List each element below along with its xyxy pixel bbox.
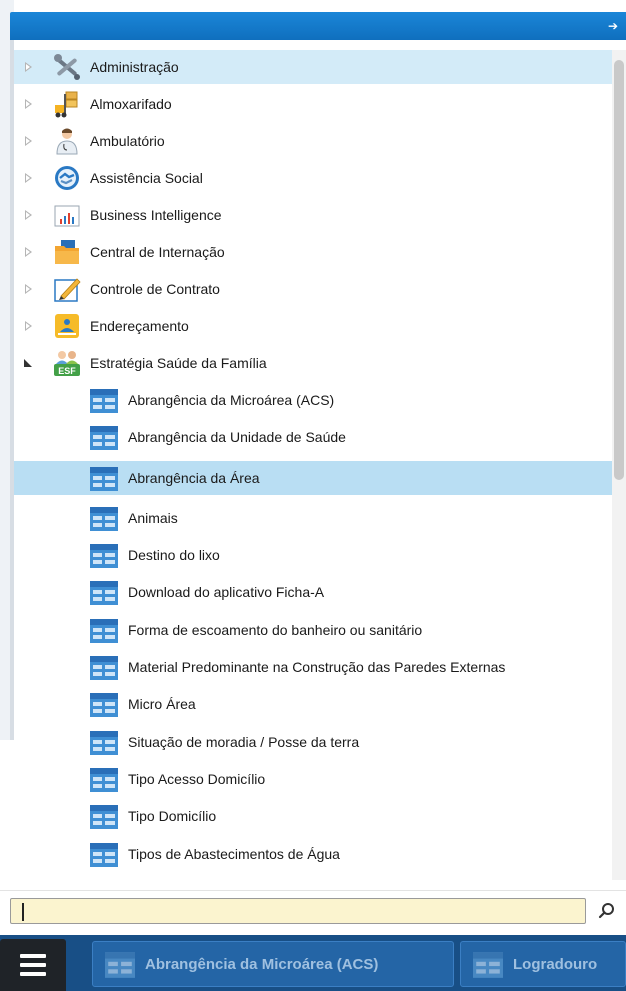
menu-item[interactable]: Animais (14, 501, 612, 535)
form-icon (90, 544, 118, 568)
search-icon[interactable] (598, 902, 616, 920)
module-enderecamento[interactable]: Endereçamento (14, 309, 612, 343)
module-estrategia-saude-familia[interactable]: ESF Estratégia Saúde da Família (14, 346, 612, 380)
menu-item-label: Tipo Domicílio (128, 808, 217, 824)
hamburger-icon-line (20, 963, 46, 967)
folder-icon (55, 240, 79, 264)
menu-item-label: Animais (128, 510, 178, 526)
menu-item[interactable]: Tipo Domicílio (14, 799, 612, 833)
menu-item-label: Abrangência da Microárea (ACS) (128, 392, 335, 408)
module-almoxarifado[interactable]: Almoxarifado (14, 87, 612, 121)
form-icon (90, 389, 118, 413)
expand-arrow-icon[interactable] (25, 62, 32, 72)
module-ambulatorio[interactable]: Ambulatório (14, 124, 612, 158)
module-label: Assistência Social (90, 170, 203, 186)
form-icon (105, 952, 135, 978)
expand-arrow-icon[interactable] (25, 210, 32, 220)
form-icon (90, 805, 118, 829)
doctor-icon (56, 128, 78, 155)
menu-item-label: Tipo Acesso Domicílio (128, 771, 266, 787)
expand-arrow-icon[interactable] (25, 247, 32, 257)
hamburger-icon (20, 954, 46, 958)
expand-arrow-icon[interactable] (25, 173, 32, 183)
form-icon (90, 619, 118, 643)
menu-item[interactable]: Destino do lixo (14, 538, 612, 572)
hamburger-icon-line (20, 972, 46, 976)
handshake-icon (55, 166, 79, 190)
task-tab-label: Abrangência da Microárea (ACS) (145, 956, 379, 973)
main-menu-button[interactable] (0, 939, 66, 991)
menu-item[interactable]: Micro Área (14, 687, 612, 721)
task-tab-abrangencia-microarea[interactable]: Abrangência da Microárea (ACS) (92, 941, 454, 987)
form-icon (90, 581, 118, 605)
task-tab-logradouro[interactable]: Logradouro (460, 941, 626, 987)
task-tab-label: Logradouro (513, 956, 598, 973)
module-business-intelligence[interactable]: Business Intelligence (14, 198, 612, 232)
address-icon (55, 314, 79, 338)
module-label: Administração (90, 59, 179, 75)
module-administracao[interactable]: Administração (14, 50, 612, 84)
menu-item[interactable]: Tipos de Abastecimentos de Água (14, 837, 612, 871)
module-assistencia-social[interactable]: Assistência Social (14, 161, 612, 195)
pencil-icon (54, 278, 81, 302)
form-icon (90, 656, 118, 680)
module-label: Endereçamento (90, 318, 189, 334)
form-icon (473, 952, 503, 978)
menu-item-label: Download do aplicativo Ficha-A (128, 584, 325, 600)
expand-arrow-icon[interactable] (25, 321, 32, 331)
expand-arrow-icon[interactable] (25, 99, 32, 109)
form-icon (90, 507, 118, 531)
form-icon (90, 843, 118, 867)
bar-chart-icon (54, 205, 80, 227)
menu-item-label: Situação de moradia / Posse da terra (128, 734, 360, 750)
menu-item-label: Tipos de Abastecimentos de Água (128, 846, 340, 862)
collapse-arrow-icon[interactable] (24, 359, 32, 367)
menu-header: ➔ (10, 12, 626, 40)
menu-item[interactable]: Abrangência da Unidade de Saúde (14, 420, 612, 454)
tools-icon (54, 54, 80, 80)
scrollbar-thumb[interactable] (614, 60, 624, 480)
menu-item[interactable]: Abrangência da Microárea (ACS) (14, 383, 612, 417)
form-icon (90, 693, 118, 717)
form-icon (90, 768, 118, 792)
search-input[interactable] (10, 898, 586, 924)
expand-arrow-icon[interactable] (25, 284, 32, 294)
text-caret (22, 903, 24, 921)
family-esf-icon: ESF (54, 351, 80, 376)
form-icon (90, 467, 118, 491)
form-icon (90, 426, 118, 450)
module-label: Almoxarifado (90, 96, 172, 112)
menu-item-label: Abrangência da Área (128, 470, 260, 486)
module-label: Ambulatório (90, 133, 165, 149)
menu-item[interactable]: Download do aplicativo Ficha-A (14, 575, 612, 609)
svg-text:ESF: ESF (58, 366, 76, 376)
tree-scrollbar[interactable] (612, 50, 626, 880)
menu-item-label: Micro Área (128, 696, 196, 712)
menu-item-selected[interactable]: Abrangência da Área (14, 461, 612, 495)
menu-item-label: Material Predominante na Construção das … (128, 659, 506, 675)
module-central-internacao[interactable]: Central de Internação (14, 235, 612, 269)
menu-item-label: Abrangência da Unidade de Saúde (128, 429, 346, 445)
menu-item[interactable]: Material Predominante na Construção das … (14, 650, 612, 684)
form-icon (90, 731, 118, 755)
menu-item-partial[interactable] (14, 874, 612, 880)
forklift-icon (55, 91, 78, 118)
pin-icon[interactable]: ➔ (608, 19, 618, 33)
module-label: Estratégia Saúde da Família (90, 355, 267, 371)
menu-item-label: Destino do lixo (128, 547, 220, 563)
module-label: Central de Internação (90, 244, 225, 260)
navigation-tree: Administração Almoxarifado Ambulatório A… (14, 50, 612, 880)
menu-item-label: Forma de escoamento do banheiro ou sanit… (128, 622, 423, 638)
module-label: Controle de Contrato (90, 281, 220, 297)
menu-item[interactable]: Situação de moradia / Posse da terra (14, 725, 612, 759)
module-label: Business Intelligence (90, 207, 222, 223)
expand-arrow-icon[interactable] (25, 136, 32, 146)
menu-item[interactable]: Tipo Acesso Domicílio (14, 762, 612, 796)
search-bar (0, 890, 626, 931)
module-controle-contrato[interactable]: Controle de Contrato (14, 272, 612, 306)
menu-item[interactable]: Forma de escoamento do banheiro ou sanit… (14, 613, 612, 647)
taskbar: Abrangência da Microárea (ACS) Logradour… (0, 935, 626, 991)
